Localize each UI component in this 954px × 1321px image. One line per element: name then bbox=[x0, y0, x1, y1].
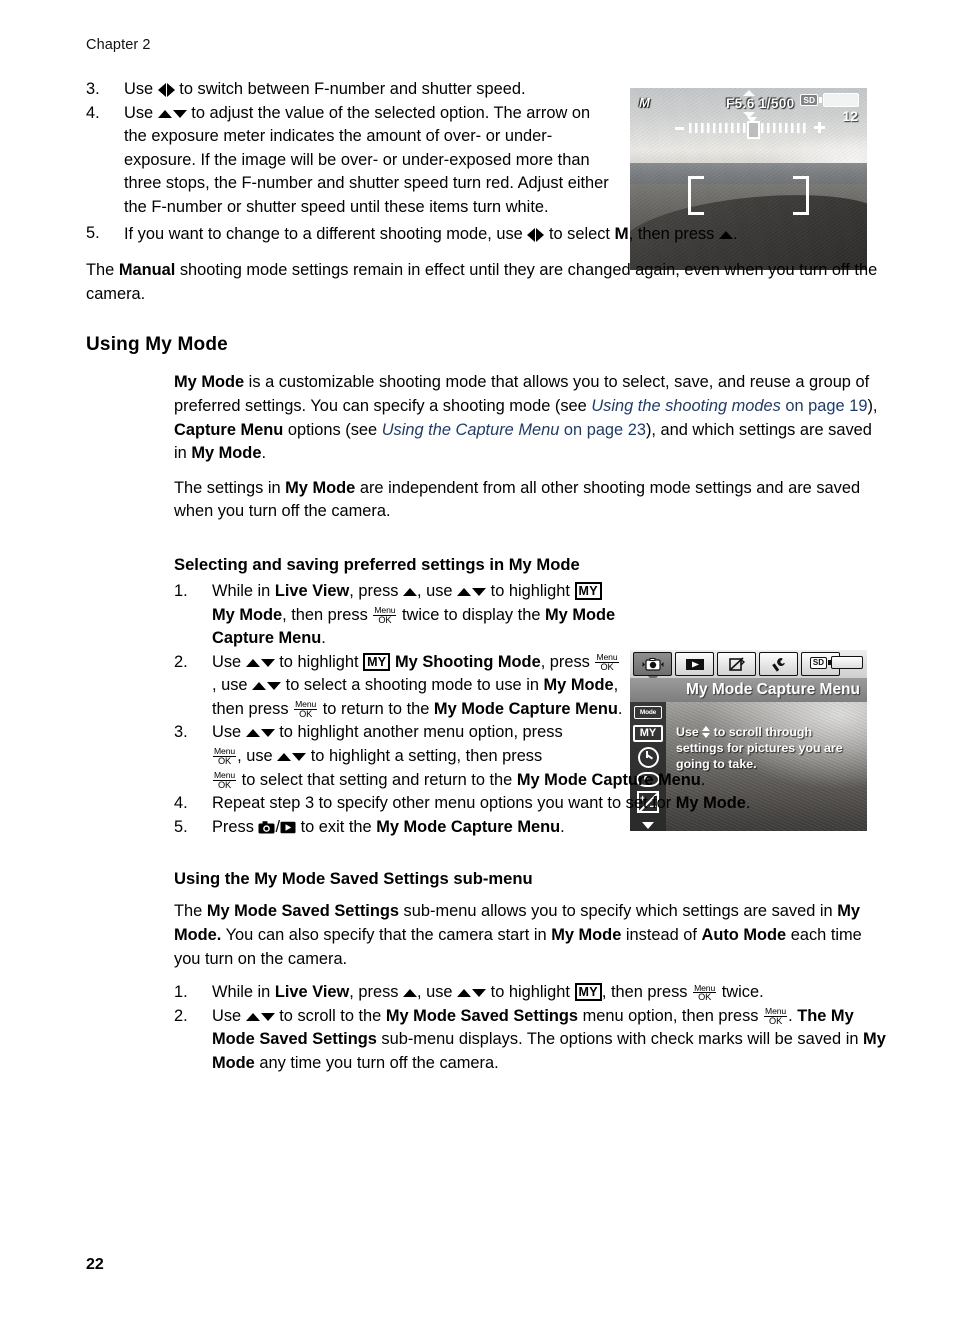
step-number: 4. bbox=[86, 103, 100, 122]
playback-icon bbox=[280, 818, 296, 834]
link-page-ref[interactable]: on page 23 bbox=[559, 421, 646, 439]
step-text: Use to highlight MY My Shooting Mode, pr… bbox=[212, 652, 623, 719]
section-heading-using-my-mode: Using My Mode bbox=[86, 334, 228, 356]
step-text: While in Live View, press , use to highl… bbox=[212, 982, 764, 1003]
live-view-bold: Live View bbox=[274, 983, 350, 1002]
paragraph: The My Mode Saved Settings sub-menu allo… bbox=[174, 902, 862, 968]
menu-ok-key-icon: Menu OK bbox=[373, 604, 397, 625]
chapter-header: Chapter 2 bbox=[86, 37, 151, 53]
my-mode-key-icon: MY bbox=[363, 652, 391, 671]
up-down-arrow-icon bbox=[457, 985, 487, 1001]
list-item: 1. While in Live View, press , use to hi… bbox=[174, 981, 886, 1005]
link-using-the-capture-menu[interactable]: Using the Capture Menu bbox=[382, 421, 560, 439]
selecting-saving-steps-wide: 3. Use to highlight another menu option,… bbox=[174, 721, 886, 839]
step-number: 3. bbox=[174, 723, 188, 742]
my-mode-capture-menu-bold: My Mode Capture Menu bbox=[433, 699, 618, 718]
step-text: While in Live View, press , use to highl… bbox=[212, 581, 616, 648]
list-item: 5. Press / to exit the My Mode Capture M… bbox=[174, 816, 886, 840]
my-mode-bold: My Mode bbox=[191, 444, 262, 463]
live-view-bold: Live View bbox=[274, 581, 350, 600]
saved-settings-steps: 1. While in Live View, press , use to hi… bbox=[174, 981, 886, 1075]
subsection-heading-saved-settings: Using the My Mode Saved Settings sub-men… bbox=[174, 869, 533, 889]
step-number: 5. bbox=[86, 223, 100, 242]
manual-mode-steps-continued: 3. Use to switch between F-number and sh… bbox=[86, 78, 616, 220]
manual-mode-closing-paragraph: The Manual shooting mode settings remain… bbox=[86, 261, 878, 303]
selecting-saving-steps: 1. While in Live View, press , use to hi… bbox=[174, 580, 624, 722]
capture-menu-bold: Capture Menu bbox=[174, 420, 284, 439]
saved-settings-bold: My Mode Saved Settings bbox=[385, 1006, 579, 1025]
link-page-ref[interactable]: on page 19 bbox=[781, 397, 867, 415]
menu-ok-key-icon: Menu OK bbox=[693, 982, 717, 1003]
step-number: 2. bbox=[174, 652, 188, 671]
my-mode-bold: My Mode bbox=[174, 373, 245, 392]
up-down-arrow-icon bbox=[245, 725, 275, 741]
my-mode-bold: My Mode bbox=[551, 926, 622, 945]
my-mode-bold: My Mode bbox=[675, 794, 746, 813]
left-right-arrow-icon bbox=[157, 82, 175, 98]
selecting-saving-section: Selecting and saving preferred settings … bbox=[174, 555, 886, 840]
step-number: 5. bbox=[174, 817, 188, 836]
my-mode-bold: My Mode bbox=[543, 676, 614, 695]
list-item: 5. If you want to change to a different … bbox=[86, 222, 886, 247]
my-mode-capture-menu-bold: My Mode Capture Menu bbox=[516, 770, 701, 789]
saved-settings-bold: My Mode Saved Settings bbox=[206, 902, 399, 921]
step-text: Press / to exit the My Mode Capture Menu… bbox=[212, 817, 565, 836]
step-number: 1. bbox=[174, 983, 188, 1002]
my-mode-key-icon: MY bbox=[574, 983, 602, 1002]
auto-mode-bold: Auto Mode bbox=[701, 926, 787, 945]
step-text: Use to switch between F-number and shutt… bbox=[124, 80, 526, 98]
menu-ok-key-icon: Menu OK bbox=[294, 699, 318, 719]
paragraph: My Mode is a customizable shooting mode … bbox=[174, 373, 878, 463]
saved-settings-section: Using the My Mode Saved Settings sub-men… bbox=[174, 869, 886, 1075]
step-number: 1. bbox=[174, 581, 188, 600]
page-content: 3. Use to switch between F-number and sh… bbox=[86, 78, 886, 1076]
list-item: 4. Use to adjust the value of the select… bbox=[86, 102, 616, 220]
step-text: Repeat step 3 to specify other menu opti… bbox=[212, 794, 751, 813]
step-number: 4. bbox=[174, 794, 188, 813]
up-down-arrow-icon bbox=[277, 749, 307, 765]
my-mode-bold: My Mode bbox=[212, 605, 283, 624]
manual-page: Chapter 2 M F5.6 1/500 SD 12 SD My Mode … bbox=[0, 0, 954, 1321]
up-down-arrow-icon bbox=[457, 584, 487, 600]
manual-mode-step-5: 5. If you want to change to a different … bbox=[86, 222, 886, 247]
step-number: 2. bbox=[174, 1006, 188, 1025]
list-item: 3. Use to highlight another menu option,… bbox=[174, 721, 886, 792]
manual-bold: Manual bbox=[118, 261, 176, 280]
camera-icon bbox=[258, 818, 275, 834]
up-down-arrow-icon bbox=[252, 678, 282, 694]
menu-ok-key-icon: Menu OK bbox=[213, 770, 237, 790]
my-mode-capture-menu-bold: My Mode Capture Menu bbox=[376, 817, 561, 836]
list-item: 2. Use to highlight MY My Shooting Mode,… bbox=[174, 651, 624, 722]
my-mode-key-icon: MY bbox=[574, 581, 602, 600]
step-number: 3. bbox=[86, 80, 100, 98]
left-right-arrow-icon bbox=[527, 227, 545, 243]
up-down-arrow-icon bbox=[245, 1009, 275, 1025]
list-item: 1. While in Live View, press , use to hi… bbox=[174, 580, 624, 651]
my-mode-bold: My Mode bbox=[285, 478, 356, 497]
step-text: Use to highlight another menu option, pr… bbox=[212, 723, 706, 790]
page-number: 22 bbox=[86, 1256, 104, 1273]
step-text: Use to adjust the value of the selected … bbox=[124, 103, 609, 216]
link-using-the-shooting-modes[interactable]: Using the shooting modes bbox=[591, 397, 781, 415]
menu-ok-key-icon: Menu OK bbox=[213, 746, 237, 767]
step-text: If you want to change to a different sho… bbox=[124, 223, 738, 243]
up-arrow-icon bbox=[403, 584, 418, 600]
list-item: 4. Repeat step 3 to specify other menu o… bbox=[174, 792, 886, 816]
list-item: 3. Use to switch between F-number and sh… bbox=[86, 78, 616, 102]
step-text: Use to scroll to the My Mode Saved Setti… bbox=[212, 1006, 886, 1072]
paragraph: The settings in My Mode are independent … bbox=[174, 478, 861, 521]
up-down-arrow-icon bbox=[157, 106, 187, 122]
manual-mode-key-icon: M bbox=[614, 223, 629, 243]
using-my-mode-body: My Mode is a customizable shooting mode … bbox=[174, 371, 886, 524]
up-arrow-icon bbox=[718, 227, 733, 243]
my-shooting-mode-bold: My Shooting Mode bbox=[390, 652, 541, 671]
up-arrow-icon bbox=[403, 985, 418, 1001]
subsection-heading-selecting-saving: Selecting and saving preferred settings … bbox=[174, 554, 580, 574]
up-down-arrow-icon bbox=[245, 655, 275, 671]
menu-ok-key-icon: Menu OK bbox=[595, 652, 619, 672]
menu-ok-key-icon: Menu OK bbox=[764, 1006, 788, 1026]
list-item: 2. Use to scroll to the My Mode Saved Se… bbox=[174, 1005, 886, 1076]
